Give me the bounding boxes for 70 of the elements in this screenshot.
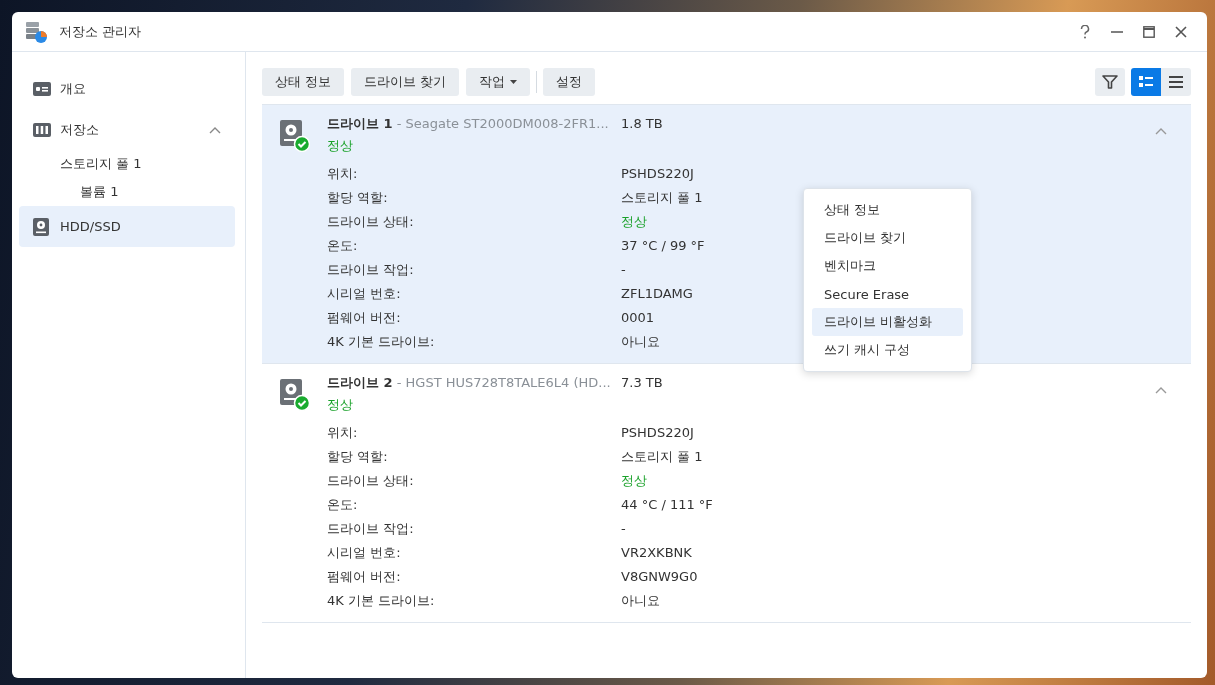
hard-disk-check-icon (280, 379, 310, 411)
property-value: VR2XKBNK (621, 544, 692, 562)
property-label: 드라이브 작업: (327, 520, 415, 538)
property-label: 드라이브 작업: (327, 261, 415, 279)
property-label: 할당 역할: (327, 448, 389, 466)
drive-title: 드라이브 1 - Seagate ST2000DM008-2FR1... (327, 115, 610, 133)
property-value: PSHDS220J (621, 165, 694, 183)
toolbar-button[interactable]: 드라이브 찾기 (351, 68, 460, 96)
property-label: 시리얼 번호: (327, 285, 402, 303)
list-view-button[interactable] (1161, 68, 1191, 96)
drive-capacity: 7.3 TB (621, 374, 663, 392)
maximize-icon (1143, 25, 1155, 38)
question-mark-icon (1079, 24, 1091, 39)
property-value: 정상 (621, 472, 647, 490)
property-value: 아니요 (621, 592, 660, 610)
storage-pie-icon (24, 19, 48, 44)
property-label: 드라이브 상태: (327, 213, 415, 231)
toolbar-button[interactable]: 상태 정보 (262, 68, 345, 96)
drive-status: 정상 (327, 396, 354, 414)
property-label: 시리얼 번호: (327, 544, 402, 562)
property-value: 스토리지 풀 1 (621, 189, 703, 207)
property-value: 정상 (621, 213, 647, 231)
property-value: 아니요 (621, 333, 660, 351)
detail-view-button[interactable] (1131, 68, 1161, 96)
property-label: 펌웨어 버전: (327, 568, 402, 586)
property-value: 0001 (621, 309, 655, 327)
property-value: V8GNW9G0 (621, 568, 698, 586)
menu-icon (1169, 76, 1183, 88)
property-label: 4K 기본 드라이브: (327, 333, 436, 351)
property-value: 37 °C / 99 °F (621, 237, 705, 255)
property-value: ZFL1DAMG (621, 285, 693, 303)
storage-icon (33, 121, 51, 138)
sidebar-item[interactable]: 개요 (19, 68, 235, 109)
property-label: 위치: (327, 165, 359, 183)
property-value: 스토리지 풀 1 (621, 448, 703, 466)
property-label: 펌웨어 버전: (327, 309, 402, 327)
collapse-button[interactable] (1155, 386, 1167, 394)
drive-capacity: 1.8 TB (621, 115, 663, 133)
menu-item[interactable]: 벤치마크 (812, 252, 963, 280)
menu-item[interactable]: 상태 정보 (812, 196, 963, 224)
minimize-icon (1111, 30, 1123, 33)
property-label: 할당 역할: (327, 189, 389, 207)
sidebar-item[interactable]: 스토리지 풀 1 (19, 150, 235, 178)
drive-title: 드라이브 2 - HGST HUS728T8TALE6L4 (HD... (327, 374, 612, 392)
filter-button[interactable] (1095, 68, 1125, 96)
window-title: 저장소 관리자 (59, 22, 142, 41)
sidebar-item[interactable]: HDD/SSD (19, 206, 235, 247)
drive-status: 정상 (327, 137, 354, 155)
property-value: - (621, 520, 626, 538)
filter-icon (1102, 74, 1118, 90)
property-label: 4K 기본 드라이브: (327, 592, 436, 610)
property-label: 온도: (327, 237, 359, 255)
sidebar-item[interactable]: 저장소 (19, 109, 235, 150)
dashboard-icon (33, 80, 51, 97)
close-icon (1175, 25, 1187, 38)
property-value: - (621, 261, 626, 279)
detail-list-icon (1139, 76, 1153, 88)
dropdown-button[interactable]: 작업 (466, 68, 531, 96)
property-value: 44 °C / 111 °F (621, 496, 713, 514)
property-label: 위치: (327, 424, 359, 442)
property-value: PSHDS220J (621, 424, 694, 442)
sidebar-item[interactable]: 볼륨 1 (19, 178, 235, 206)
menu-item[interactable]: 드라이브 찾기 (812, 224, 963, 252)
toolbar-button[interactable]: 설정 (543, 68, 596, 96)
property-label: 드라이브 상태: (327, 472, 415, 490)
menu-item[interactable]: Secure Erase (812, 280, 963, 308)
hard-disk-check-icon (280, 120, 310, 152)
menu-item[interactable]: 드라이브 비활성화 (812, 308, 963, 336)
menu-item[interactable]: 쓰기 캐시 구성 (812, 336, 963, 364)
property-label: 온도: (327, 496, 359, 514)
